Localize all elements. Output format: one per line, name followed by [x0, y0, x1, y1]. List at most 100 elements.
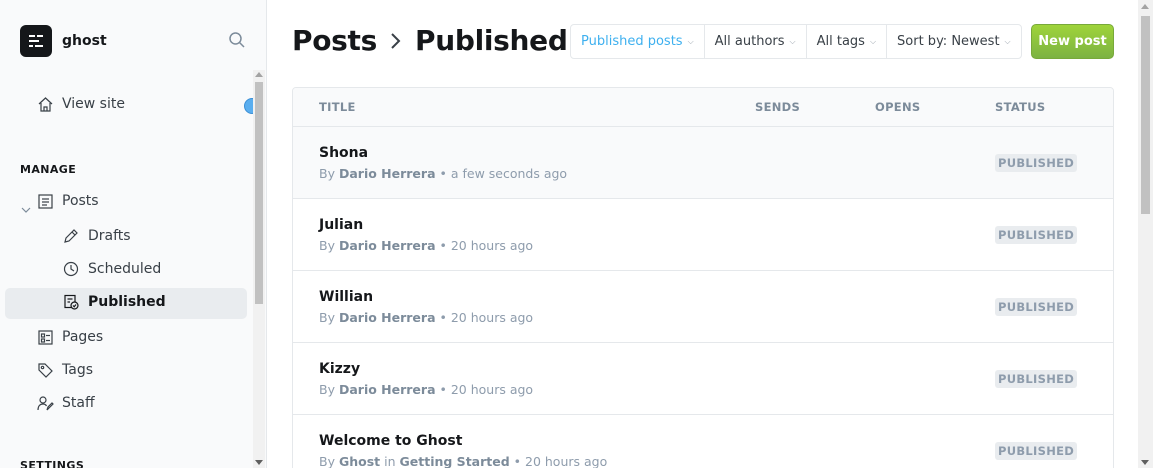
table-row[interactable]: Julian By Dario Herrera • 20 hours ago P…: [293, 199, 1113, 271]
post-time: 20 hours ago: [450, 310, 534, 325]
tag-icon: [36, 361, 54, 379]
sidebar-item-pages[interactable]: Pages: [36, 328, 103, 346]
clock-icon: [62, 260, 80, 278]
status-badge: PUBLISHED: [995, 298, 1078, 316]
column-header-opens: OPENS: [875, 100, 921, 114]
chevron-down-icon[interactable]: [21, 199, 31, 218]
published-icon: [62, 293, 80, 311]
settings-heading: SETTINGS: [20, 459, 85, 468]
status-badge: PUBLISHED: [995, 154, 1078, 172]
main-scrollbar-thumb[interactable]: [1141, 16, 1150, 214]
sort-dropdown[interactable]: Sort by: Newest ⌵: [887, 25, 1021, 58]
meta-by: By: [319, 166, 335, 181]
chevron-down-icon: ⌵: [1004, 36, 1011, 46]
post-title: Welcome to Ghost: [319, 433, 463, 449]
sidebar-item-drafts[interactable]: Drafts: [62, 227, 131, 245]
pages-icon: [36, 328, 54, 346]
breadcrumb-posts[interactable]: Posts: [292, 24, 377, 57]
sidebar-item-label: Published: [88, 294, 166, 310]
meta-by: By: [319, 310, 335, 325]
new-post-button[interactable]: New post: [1031, 24, 1114, 59]
post-author: Dario Herrera: [338, 382, 436, 397]
manage-heading: MANAGE: [20, 163, 77, 176]
filter-label: All authors: [714, 34, 785, 49]
post-tag: Getting Started: [399, 454, 510, 468]
post-time: a few seconds ago: [450, 166, 568, 181]
sidebar-item-tags[interactable]: Tags: [36, 361, 93, 379]
column-header-status: STATUS: [995, 100, 1046, 114]
post-author: Ghost: [338, 454, 381, 468]
post-author: Dario Herrera: [338, 238, 436, 253]
home-icon: [36, 95, 54, 113]
sidebar-item-staff[interactable]: Staff: [36, 394, 95, 412]
sidebar-item-view-site[interactable]: View site: [36, 95, 125, 113]
filter-label: All tags: [816, 34, 865, 49]
post-time: 20 hours ago: [450, 238, 534, 253]
sidebar-item-label: View site: [62, 96, 125, 112]
table-header: TITLE SENDS OPENS STATUS: [293, 88, 1113, 127]
post-time: 20 hours ago: [450, 382, 534, 397]
breadcrumb: Posts Published: [292, 24, 568, 57]
post-title: Kizzy: [319, 361, 361, 377]
column-header-title: TITLE: [319, 100, 356, 114]
filter-type-dropdown[interactable]: Published posts ⌵: [571, 25, 705, 58]
sidebar-item-posts[interactable]: Posts: [36, 192, 99, 210]
search-icon[interactable]: [228, 31, 246, 53]
ghost-logo-icon: [20, 25, 52, 57]
post-title: Shona: [319, 145, 369, 161]
post-author: Dario Herrera: [338, 166, 436, 181]
meta-by: By: [319, 238, 335, 253]
sidebar-item-published[interactable]: Published: [62, 293, 166, 311]
chevron-right-icon: [389, 32, 403, 50]
posts-table: TITLE SENDS OPENS STATUS Shona By Dario …: [292, 87, 1114, 468]
post-meta: By Dario Herrera • 20 hours ago: [319, 382, 534, 397]
scroll-down-arrow-icon[interactable]: [255, 460, 263, 465]
post-meta: By Ghost in Getting Started • 20 hours a…: [319, 454, 608, 468]
filter-author-dropdown[interactable]: All authors ⌵: [705, 25, 807, 58]
chevron-down-icon: ⌵: [869, 36, 877, 46]
post-meta: By Dario Herrera • 20 hours ago: [319, 310, 534, 325]
sidebar-item-label: Posts: [62, 193, 99, 209]
post-title: Julian: [319, 217, 364, 233]
table-row[interactable]: Shona By Dario Herrera • a few seconds a…: [293, 127, 1113, 199]
status-badge: PUBLISHED: [995, 226, 1078, 244]
brand-name: ghost: [62, 33, 107, 49]
table-row[interactable]: Willian By Dario Herrera • 20 hours ago …: [293, 271, 1113, 343]
sidebar-item-label: Pages: [62, 329, 104, 345]
sidebar-item-label: Tags: [62, 362, 93, 378]
table-row[interactable]: Kizzy By Dario Herrera • 20 hours ago PU…: [293, 343, 1113, 415]
staff-icon: [36, 394, 54, 412]
sidebar-item-label: Drafts: [88, 228, 131, 244]
column-header-sends: SENDS: [755, 100, 801, 114]
chevron-down-icon: ⌵: [789, 36, 796, 46]
filter-tag-dropdown[interactable]: All tags ⌵: [807, 25, 888, 58]
pencil-icon: [62, 227, 80, 245]
post-author: Dario Herrera: [338, 310, 436, 325]
meta-in: in: [384, 454, 396, 468]
sidebar-item-scheduled[interactable]: Scheduled: [62, 260, 161, 278]
main-scrollbar[interactable]: [1138, 0, 1153, 468]
sidebar: ghost View site MANAGE Posts Drafts Sche…: [0, 0, 267, 468]
scroll-up-arrow-icon[interactable]: [255, 72, 263, 77]
scroll-down-arrow-icon[interactable]: [1141, 460, 1149, 465]
page-title: Published: [414, 24, 568, 57]
sidebar-scrollbar[interactable]: [253, 70, 265, 468]
sidebar-item-label: Staff: [62, 395, 95, 411]
post-title: Willian: [319, 289, 374, 305]
brand[interactable]: ghost: [20, 25, 107, 57]
status-badge: PUBLISHED: [995, 442, 1078, 460]
meta-by: By: [319, 454, 335, 468]
status-badge: PUBLISHED: [995, 370, 1078, 388]
sidebar-item-label: Scheduled: [88, 261, 162, 277]
filter-bar: Published posts ⌵ All authors ⌵ All tags ⌵ …: [570, 24, 1022, 59]
post-meta: By Dario Herrera • a few seconds ago: [319, 166, 568, 181]
scroll-up-arrow-icon[interactable]: [1141, 4, 1149, 9]
sidebar-scrollbar-thumb[interactable]: [255, 82, 263, 304]
meta-by: By: [319, 382, 335, 397]
chevron-down-icon: ⌵: [687, 36, 694, 46]
filter-label: Sort by: Newest: [897, 34, 1000, 49]
table-row[interactable]: Welcome to Ghost By Ghost in Getting Sta…: [293, 415, 1113, 468]
filter-label: Published posts: [581, 34, 683, 49]
post-meta: By Dario Herrera • 20 hours ago: [319, 238, 534, 253]
post-time: 20 hours ago: [525, 454, 608, 468]
